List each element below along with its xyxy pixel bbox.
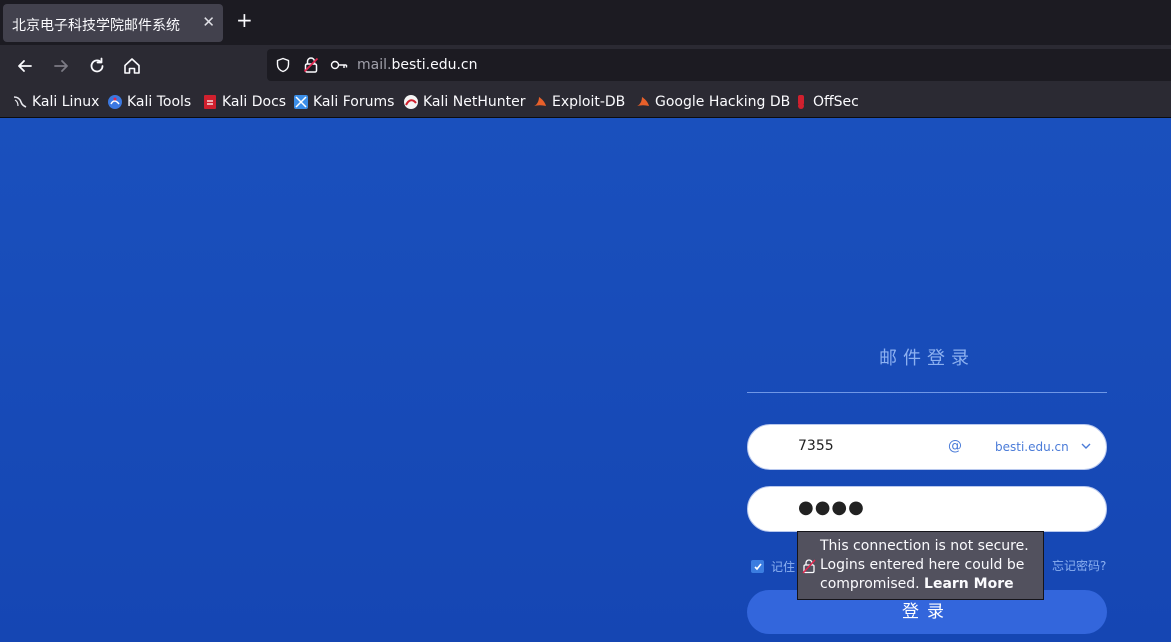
new-tab-icon[interactable]: + <box>236 10 253 30</box>
learn-more-link[interactable]: Learn More <box>924 576 1014 592</box>
bookmark-label: Kali Tools <box>127 94 192 110</box>
tracking-protection-shield-icon[interactable] <box>275 57 291 73</box>
tooltip-line-1: This connection is not secure. <box>820 538 1029 554</box>
insecure-lock-icon[interactable] <box>303 56 319 74</box>
exploit-db-icon <box>534 97 546 106</box>
bookmark-google-hacking-db[interactable]: Google Hacking DB <box>635 92 790 112</box>
kali-dragon-icon <box>13 96 27 108</box>
username-input[interactable]: 7355 <box>798 438 834 454</box>
bookmark-label: Kali NetHunter <box>423 94 526 110</box>
domain-select[interactable]: besti.edu.cn <box>995 440 1069 454</box>
home-icon[interactable] <box>121 55 143 77</box>
forward-icon[interactable] <box>50 55 72 77</box>
kali-tools-icon <box>108 95 122 109</box>
bookmark-label: Exploit-DB <box>552 94 626 110</box>
tooltip-line-3-text: compromised. <box>820 576 920 592</box>
bookmark-exploit-db[interactable]: Exploit-DB <box>532 92 625 112</box>
insecure-login-tooltip: This connection is not secure. Logins en… <box>797 531 1044 600</box>
tooltip-line-2: Logins entered here could be <box>820 557 1025 573</box>
nethunter-icon <box>404 95 418 109</box>
tab-title: 北京电子科技学院邮件系统 <box>12 18 180 34</box>
address-bar[interactable]: mail.besti.edu.cn <box>267 49 1171 81</box>
bookmark-label: Kali Docs <box>222 94 287 110</box>
checkmark-icon <box>753 563 762 570</box>
username-field[interactable]: 7355 @ besti.edu.cn <box>747 424 1107 470</box>
bookmark-label: Kali Forums <box>313 94 395 110</box>
title-divider <box>747 392 1107 393</box>
tooltip-line-3: compromised. Learn More <box>820 575 1035 594</box>
tab-strip: 北京电子科技学院邮件系统 ✕ + <box>0 0 1171 45</box>
bookmark-kali-tools[interactable]: Kali Tools <box>107 92 191 112</box>
bookmark-label: Kali Linux <box>32 94 100 110</box>
bookmark-offsec[interactable]: OffSec <box>793 92 859 112</box>
close-tab-icon[interactable]: ✕ <box>202 13 215 31</box>
reload-icon[interactable] <box>86 55 108 77</box>
remember-me[interactable]: 记住 <box>751 558 795 575</box>
bookmark-kali-nethunter[interactable]: Kali NetHunter <box>403 92 525 112</box>
back-icon[interactable] <box>14 55 36 77</box>
bookmarks-toolbar: Kali Linux Kali Tools Kali Docs Kali For… <box>0 87 1171 118</box>
bookmark-kali-docs[interactable]: Kali Docs <box>202 92 286 112</box>
url-host: besti.edu.cn <box>391 57 478 73</box>
navigation-toolbar: mail.besti.edu.cn <box>0 45 1171 87</box>
bookmark-label: Google Hacking DB <box>655 94 791 110</box>
forgot-password-link[interactable]: 忘记密码? <box>1052 557 1106 574</box>
active-tab[interactable]: 北京电子科技学院邮件系统 ✕ <box>3 4 223 42</box>
password-field[interactable]: ●●●● <box>747 486 1107 532</box>
url-text: mail.besti.edu.cn <box>357 57 477 73</box>
bookmark-label: OffSec <box>813 94 859 110</box>
insecure-lock-icon <box>802 559 816 574</box>
bookmark-kali-linux[interactable]: Kali Linux <box>12 92 99 112</box>
remember-label: 记住 <box>771 560 796 574</box>
bookmark-kali-forums[interactable]: Kali Forums <box>293 92 394 112</box>
login-title: 邮件登录 <box>879 348 975 369</box>
remember-checkbox[interactable] <box>751 560 764 573</box>
chevron-down-icon[interactable] <box>1080 440 1092 452</box>
password-input[interactable]: ●●●● <box>798 497 865 518</box>
kali-docs-icon <box>204 95 216 109</box>
url-subdomain: mail. <box>357 57 392 73</box>
ghdb-icon <box>637 97 649 106</box>
key-icon[interactable] <box>330 58 348 72</box>
offsec-icon <box>798 95 804 109</box>
at-symbol: @ <box>948 438 962 454</box>
kali-forums-icon <box>294 95 308 109</box>
